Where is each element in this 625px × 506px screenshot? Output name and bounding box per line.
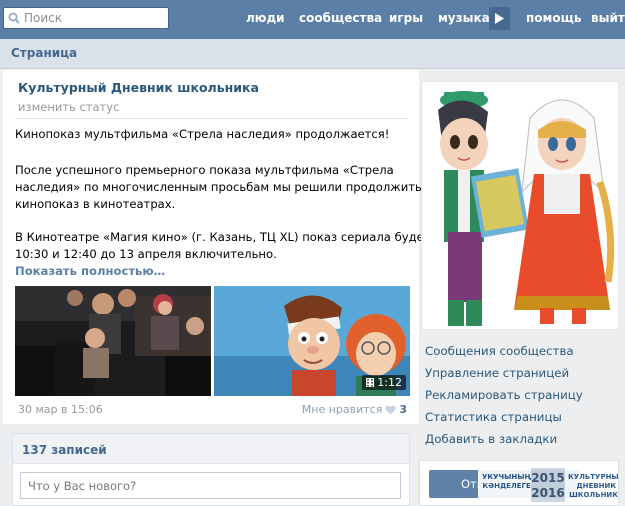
community-avatar[interactable]	[421, 81, 619, 330]
festival-banner[interactable]: УКУЧЫНЫҢ КӘНДЕЛЕГЕ 2015 2016 КУЛЬТУРНЫЙ …	[478, 465, 619, 505]
post-text-line: В Кинотеатре «Магия кино» (г. Казань, ТЦ…	[15, 230, 441, 244]
wall-records-panel: 137 записей	[12, 433, 410, 506]
nav-link-people[interactable]: люди	[246, 11, 285, 25]
heart-icon	[385, 405, 396, 414]
records-count[interactable]: 137 записей	[22, 443, 107, 457]
divider	[15, 118, 408, 119]
post-text-line: 10:30 и 12:40 до 13 апреля включительно.	[15, 247, 277, 261]
cartoon-video-thumbnail[interactable]: 1:12	[214, 286, 410, 396]
film-icon	[366, 378, 375, 387]
banner-right-text: КУЛЬТУРНЫЙ ДНЕВНИК ШКОЛЬНИКА	[568, 473, 619, 499]
wall-post: Культурный Дневник школьника изменить ст…	[3, 70, 441, 424]
top-navigation-bar: люди сообщества игры музыка помощь выйти	[0, 0, 625, 39]
cinema-audience-photo[interactable]	[15, 286, 211, 396]
page-statistics-link[interactable]: Статистика страницы	[425, 410, 562, 424]
video-duration-badge: 1:12	[362, 375, 406, 390]
post-text-line: кинопоказ в кинотеатрах.	[15, 197, 176, 211]
nav-link-logout[interactable]: выйти	[591, 11, 625, 25]
community-name[interactable]: Культурный Дневник школьника	[18, 80, 259, 95]
show-more-link[interactable]: Показать полностью…	[15, 264, 165, 278]
like-label: Мне нравится	[301, 403, 383, 416]
search-input[interactable]	[24, 10, 164, 26]
banner-years: 2015 2016	[531, 468, 565, 502]
post-text-line: Кинопоказ мультфильма «Стрела наследия» …	[15, 127, 390, 141]
page-title: Страница	[11, 46, 78, 60]
advertise-page-link[interactable]: Рекламировать страницу	[425, 388, 583, 402]
add-to-bookmarks-link[interactable]: Добавить в закладки	[425, 432, 557, 446]
search-box[interactable]	[3, 7, 169, 29]
records-header: 137 записей	[13, 434, 409, 464]
nav-link-music[interactable]: музыка	[438, 11, 490, 25]
bottom-widget: Отправить УКУЧЫНЫҢ КӘНДЕЛЕГЕ 2015 2016 К…	[419, 460, 619, 506]
nav-link-help[interactable]: помощь	[526, 11, 581, 25]
community-messages-link[interactable]: Сообщения сообщества	[425, 344, 574, 358]
banner-left-text: УКУЧЫНЫҢ КӘНДЕЛЕГЕ	[482, 473, 532, 490]
video-duration: 1:12	[377, 376, 402, 389]
new-post-input[interactable]	[20, 472, 401, 499]
music-play-button[interactable]	[489, 7, 510, 30]
page-header: Страница	[0, 39, 625, 69]
nav-link-communities[interactable]: сообщества	[299, 11, 382, 25]
post-text-line: После успешного премьерного показа мульт…	[15, 163, 394, 177]
change-status-link[interactable]: изменить статус	[18, 100, 119, 114]
nav-link-games[interactable]: игры	[389, 11, 423, 25]
play-icon	[495, 13, 504, 24]
search-icon	[8, 12, 20, 27]
manage-page-link[interactable]: Управление страницей	[425, 366, 569, 380]
like-button[interactable]: Мне нравится 3	[302, 403, 407, 416]
post-date[interactable]: 30 мар в 15:06	[18, 403, 103, 416]
like-count: 3	[399, 403, 407, 416]
post-text-line: наследия» по многочисленным просьбам мы …	[15, 180, 422, 194]
